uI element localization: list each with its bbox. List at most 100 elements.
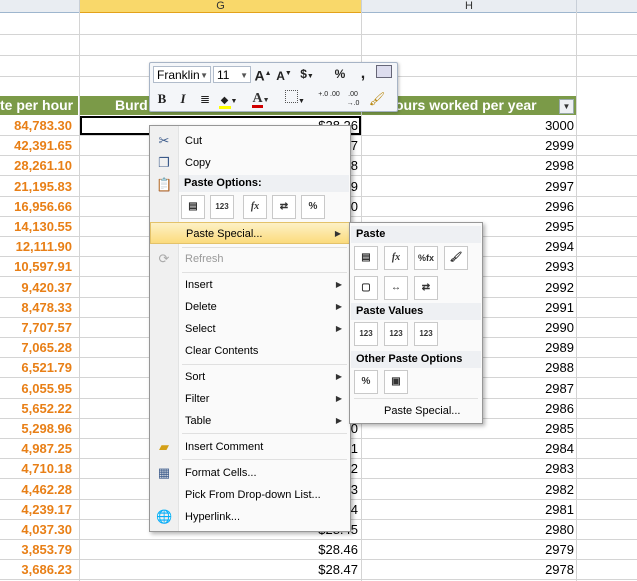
clipboard-icon: 📋 [156, 177, 173, 192]
paste-values-header: Paste Values [351, 303, 481, 320]
decrease-decimal-button[interactable]: .00 →.0 [342, 90, 364, 108]
sub-paste-button[interactable]: ▤ [354, 246, 378, 270]
cell-rate[interactable]: 9,420.37 [0, 278, 72, 298]
cell-hours[interactable]: 2979 [362, 540, 574, 560]
cell-hours[interactable]: 3000 [362, 116, 574, 136]
sub-paste-formulas-button[interactable]: fx [384, 246, 408, 270]
cell-rate[interactable]: 4,462.28 [0, 480, 72, 500]
cell-rate[interactable]: 7,707.57 [0, 318, 72, 338]
cell-hours[interactable]: 2984 [362, 439, 574, 459]
cell-rate[interactable]: 3,686.23 [0, 560, 72, 580]
cell-burden[interactable]: $28.47 [80, 560, 358, 580]
menu-item-copy[interactable]: ❐ Copy [150, 152, 350, 174]
cell-rate[interactable]: 3,853.79 [0, 540, 72, 560]
sub-paste-column-widths-button[interactable]: ↔ [384, 276, 408, 300]
paste-formatting-button[interactable]: % [301, 195, 325, 219]
cell-rate[interactable]: 84,783.30 [0, 116, 72, 136]
menu-item-pick-from-dropdown[interactable]: Pick From Drop-down List... [150, 484, 350, 506]
bold-button[interactable]: B [152, 90, 172, 108]
cell-rate[interactable]: 28,261.10 [0, 156, 72, 176]
cell-burden[interactable]: $28.46 [80, 540, 358, 560]
menu-item-clear-contents[interactable]: Clear Contents [150, 340, 350, 362]
cell-hours[interactable]: 2997 [362, 177, 574, 197]
grow-font-button[interactable]: A▲ [253, 65, 273, 84]
sub-formatting-button[interactable]: % [354, 370, 378, 394]
font-size-combo[interactable]: 11 ▼ [213, 66, 251, 83]
cell-rate[interactable]: 4,037.30 [0, 520, 72, 540]
center-align-icon[interactable]: ≣ [195, 90, 215, 108]
comma-button[interactable]: , [353, 65, 373, 83]
cell-hours[interactable]: 2999 [362, 136, 574, 156]
cell-rate[interactable]: 6,055.95 [0, 379, 72, 399]
chevron-right-icon: ▶ [335, 302, 342, 311]
column-header-g[interactable]: G [80, 0, 362, 13]
paste-special-submenu: Paste ▤ fx %fx 🖌 ▢ ↔ ⇄ Paste Values 123 … [349, 222, 483, 424]
menu-item-paste-special[interactable]: Paste Special... ▶ [150, 222, 350, 244]
cell-rate[interactable]: 21,195.83 [0, 177, 72, 197]
cell-hours[interactable]: 2998 [362, 156, 574, 176]
sub-paste-transpose-button[interactable]: ⇄ [414, 276, 438, 300]
menu-item-sort[interactable]: Sort ▶ [150, 366, 350, 388]
shrink-font-button[interactable]: A▼ [274, 65, 294, 83]
sub-paste-formulas-number-format-button[interactable]: %fx [414, 246, 438, 270]
increase-decimal-button[interactable]: +.0 .00 [318, 90, 340, 108]
chevron-right-icon: ▶ [335, 416, 342, 425]
cell-rate[interactable]: 7,065.28 [0, 338, 72, 358]
cell-rate[interactable]: 5,298.96 [0, 419, 72, 439]
menu-item-delete[interactable]: Delete ▶ [150, 296, 350, 318]
menu-item-format-cells[interactable]: ▦ Format Cells... [150, 462, 350, 484]
cell-hours[interactable]: 2981 [362, 500, 574, 520]
cell-rate[interactable]: 4,710.18 [0, 459, 72, 479]
fill-color-icon[interactable]: ◆ ▼ [218, 90, 238, 109]
paste-button[interactable]: ▤ [181, 195, 205, 219]
column-header-h[interactable]: H [362, 0, 577, 13]
paste-transpose-button[interactable]: ⇄ [272, 195, 296, 219]
sub-values-number-format-button[interactable]: 123 [384, 322, 408, 346]
sub-paste-keep-source-formatting-button[interactable]: 🖌 [444, 246, 468, 270]
format-painter-table-icon[interactable] [374, 65, 394, 83]
format-painter-icon[interactable]: 🖌 [367, 90, 387, 108]
column-header-i[interactable] [577, 0, 637, 13]
menu-item-select[interactable]: Select ▶ [150, 318, 350, 340]
cell-rate[interactable]: 5,652.22 [0, 399, 72, 419]
cell-rate[interactable]: 12,111.90 [0, 237, 72, 257]
paste-formulas-button[interactable]: fx [243, 195, 267, 219]
cell-rate[interactable]: 6,521.79 [0, 358, 72, 378]
cell-rate[interactable]: 42,391.65 [0, 136, 72, 156]
percent-button[interactable]: % [330, 65, 350, 83]
hyperlink-icon: 🌐 [156, 509, 173, 524]
menu-separator [182, 459, 347, 460]
menu-item-hyperlink[interactable]: 🌐 Hyperlink... [150, 506, 350, 528]
cell-hours[interactable]: 2978 [362, 560, 574, 580]
copy-icon: ❐ [158, 155, 170, 170]
menu-item-table[interactable]: Table ▶ [150, 410, 350, 432]
currency-button[interactable]: $▼ [297, 65, 317, 83]
cell-hours[interactable]: 2980 [362, 520, 574, 540]
borders-icon[interactable]: ▼ [285, 90, 305, 108]
menu-item-cut[interactable]: ✂ Cut [150, 130, 350, 152]
cell-rate[interactable]: 14,130.55 [0, 217, 72, 237]
sub-values-button[interactable]: 123 [354, 322, 378, 346]
menu-item-insert-comment[interactable]: ▰ Insert Comment [150, 436, 350, 458]
cell-rate[interactable]: 16,956.66 [0, 197, 72, 217]
menu-item-filter[interactable]: Filter ▶ [150, 388, 350, 410]
cell-hours[interactable]: 2983 [362, 459, 574, 479]
cell-hours[interactable]: 2996 [362, 197, 574, 217]
cell-rate[interactable]: 10,597.91 [0, 257, 72, 277]
menu-separator [182, 364, 347, 365]
sub-paste-no-borders-button[interactable]: ▢ [354, 276, 378, 300]
sub-paste-special-item[interactable]: Paste Special... [351, 401, 481, 421]
menu-item-insert[interactable]: Insert ▶ [150, 274, 350, 296]
cell-rate[interactable]: 4,987.25 [0, 439, 72, 459]
filter-dropdown-icon[interactable]: ▼ [559, 99, 574, 114]
paste-values-button[interactable]: 123 [210, 195, 234, 219]
cell-hours[interactable]: 2982 [362, 480, 574, 500]
font-name-combo[interactable]: Franklin ▼ [153, 66, 211, 83]
sub-picture-button[interactable]: ▣ [384, 370, 408, 394]
sub-values-source-formatting-button[interactable]: 123 [414, 322, 438, 346]
cell-rate[interactable]: 4,239.17 [0, 500, 72, 520]
column-header-f[interactable] [0, 0, 80, 13]
cell-rate[interactable]: 8,478.33 [0, 298, 72, 318]
italic-button[interactable]: I [173, 90, 193, 108]
font-color-button[interactable]: A▼ [251, 90, 271, 108]
